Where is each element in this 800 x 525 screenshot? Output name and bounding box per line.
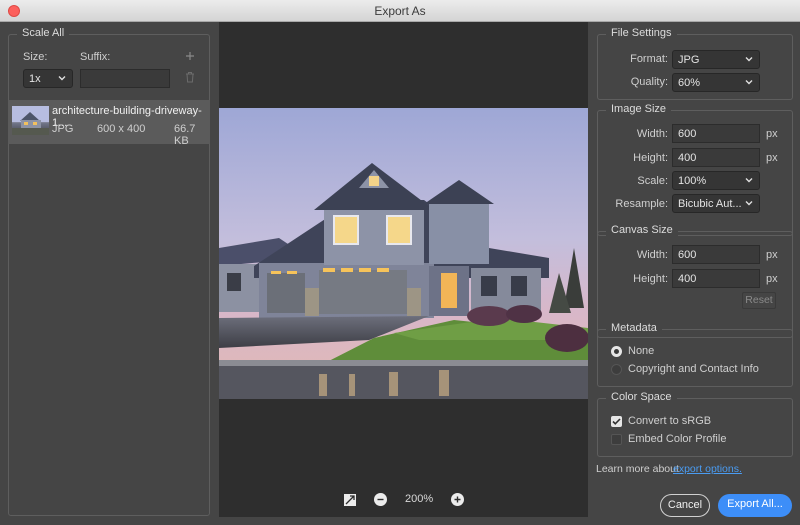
file-list-item[interactable]: architecture-building-driveway-1... JPG …: [8, 100, 210, 147]
canvas-height-label: Height:: [633, 273, 668, 285]
add-scale-icon[interactable]: [184, 50, 196, 62]
metadata-group: Metadata: [597, 322, 793, 387]
suffix-label: Suffix:: [80, 51, 111, 63]
window-title: Export As: [374, 4, 426, 18]
format-label: Format:: [630, 53, 668, 65]
file-size: 66.7 KB: [174, 123, 196, 147]
size-label: Size:: [23, 51, 48, 63]
scale-select[interactable]: 100%: [672, 171, 760, 190]
embed-profile-label: Embed Color Profile: [628, 433, 727, 445]
color-space-group: Color Space: [597, 391, 793, 457]
file-settings-legend: File Settings: [606, 27, 677, 39]
chevron-down-icon: [745, 201, 753, 206]
color-space-legend: Color Space: [606, 391, 677, 403]
quality-label: Quality:: [630, 76, 668, 88]
right-panel: File Settings Format: JPG Quality: 60% I…: [588, 22, 800, 525]
preview-panel: 200%: [219, 22, 588, 517]
size-select[interactable]: 1x: [23, 69, 73, 88]
resample-select[interactable]: Bicubic Aut...: [672, 194, 760, 213]
canvas-width-input[interactable]: 600: [672, 245, 760, 264]
cancel-button[interactable]: Cancel: [660, 494, 710, 517]
canvas-height-input[interactable]: 400: [672, 269, 760, 288]
trash-icon[interactable]: [185, 71, 195, 83]
zoom-level: 200%: [405, 493, 434, 505]
canvas-size-legend: Canvas Size: [606, 224, 678, 236]
chevron-down-icon: [745, 57, 753, 62]
learn-more-text: Learn more about: [596, 463, 679, 475]
zoom-in-icon[interactable]: [451, 493, 464, 506]
canvas-height-unit: px: [766, 273, 778, 285]
image-width-label: Width:: [636, 128, 668, 140]
left-panel: Scale All Size: Suffix: 1x architecture-…: [0, 22, 218, 525]
image-width-input[interactable]: 600: [672, 124, 760, 143]
format-select[interactable]: JPG: [672, 50, 760, 69]
image-size-legend: Image Size: [606, 103, 672, 115]
chevron-down-icon: [745, 80, 753, 85]
preview-image: [219, 108, 588, 399]
quality-select[interactable]: 60%: [672, 73, 760, 92]
image-height-unit: px: [766, 152, 778, 164]
image-height-input[interactable]: 400: [672, 148, 760, 167]
scale-all-legend: Scale All: [17, 27, 70, 39]
size-select-value: 1x: [29, 73, 41, 85]
reset-button[interactable]: Reset: [742, 292, 776, 309]
format-select-value: JPG: [678, 54, 700, 66]
metadata-legend: Metadata: [606, 322, 662, 334]
embed-profile-checkbox[interactable]: [611, 434, 622, 445]
convert-srgb-checkbox[interactable]: [611, 416, 622, 427]
metadata-copyright-label: Copyright and Contact Info: [628, 363, 759, 375]
file-thumbnail: [12, 106, 49, 135]
suffix-input[interactable]: [80, 69, 170, 88]
chevron-down-icon: [58, 76, 66, 81]
title-bar: Export As: [0, 0, 800, 22]
metadata-none-radio[interactable]: [611, 346, 622, 357]
metadata-copyright-radio[interactable]: [611, 364, 622, 375]
chevron-down-icon: [745, 178, 753, 183]
image-height-label: Height:: [633, 152, 668, 164]
image-width-unit: px: [766, 128, 778, 140]
scale-label: Scale:: [637, 175, 668, 187]
zoom-out-icon[interactable]: [374, 493, 387, 506]
export-options-link[interactable]: export options.: [673, 463, 742, 475]
fit-to-view-icon[interactable]: [343, 493, 357, 507]
canvas-width-unit: px: [766, 249, 778, 261]
metadata-none-label: None: [628, 345, 655, 357]
canvas-width-label: Width:: [636, 249, 668, 261]
export-all-button[interactable]: Export All...: [718, 494, 792, 517]
house-preview-image: [219, 108, 588, 399]
convert-srgb-label: Convert to sRGB: [628, 415, 712, 427]
resample-label: Resample:: [615, 198, 668, 210]
scale-select-value: 100%: [678, 175, 707, 187]
file-dimensions: 600 x 400: [97, 123, 146, 135]
file-format: JPG: [52, 123, 74, 135]
quality-select-value: 60%: [678, 77, 701, 89]
resample-select-value: Bicubic Aut...: [678, 198, 742, 210]
